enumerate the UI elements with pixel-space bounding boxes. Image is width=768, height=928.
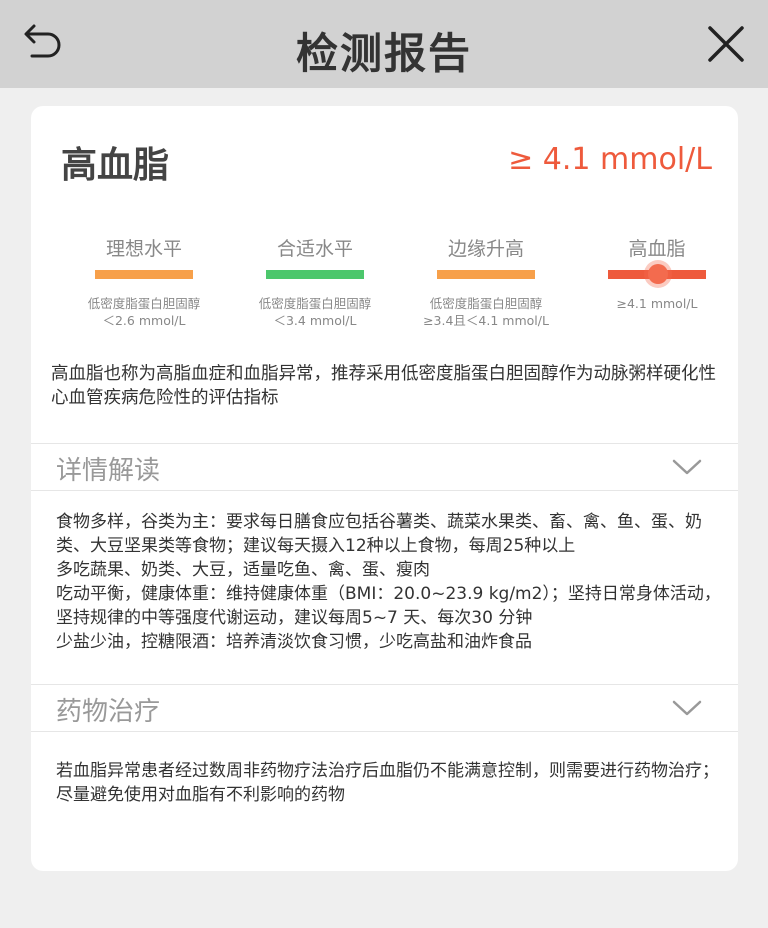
detail-paragraph: 少盐少油，控糖限酒：培养清淡饮食习惯，少吃高盐和油炸食品: [56, 632, 532, 652]
details-section-body: 食物多样，谷类为主：要求每日膳食应包括谷薯类、蔬菜水果类、畜、禽、鱼、蛋、奶类、…: [56, 510, 728, 654]
page-title: 检测报告: [295, 29, 472, 78]
top-bar: 检测报告: [0, 0, 768, 88]
level-ideal: 理想水平 低密度脂蛋白胆固醇 ＜2.6 mmol/L: [59, 236, 229, 329]
close-icon: [708, 26, 744, 62]
level-bar: [608, 264, 706, 284]
chevron-down-icon: [672, 700, 702, 716]
current-level-marker: [648, 264, 668, 284]
level-bar: [266, 270, 364, 279]
level-criteria-line: ＜3.4 mmol/L: [273, 313, 357, 328]
detail-paragraph: 食物多样，谷类为主：要求每日膳食应包括谷薯类、蔬菜水果类、畜、禽、鱼、蛋、奶类、…: [56, 512, 702, 556]
medication-section-title: 药物治疗: [56, 697, 161, 727]
medication-section-body: 若血脂异常患者经过数周非药物疗法治疗后血脂仍不能满意控制，则需要进行药物治疗；尽…: [56, 759, 728, 807]
level-criteria-line: 低密度脂蛋白胆固醇: [258, 296, 372, 311]
report-card: 高血脂 ≥ 4.1 mmol/L 理想水平 低密度脂蛋白胆固醇 ＜2.6 mmo…: [31, 106, 738, 871]
close-button[interactable]: [706, 22, 746, 66]
detail-paragraph: 多吃蔬果、奶类、大豆，适量吃鱼、禽、蛋、瘦肉: [56, 560, 430, 580]
condition-name: 高血脂: [61, 145, 170, 186]
level-criteria: 低密度脂蛋白胆固醇 ＜2.6 mmol/L: [59, 295, 229, 329]
level-label: 边缘升高: [447, 238, 524, 260]
medication-section-header[interactable]: 药物治疗: [31, 684, 738, 732]
level-label: 合适水平: [276, 238, 353, 260]
level-criteria: ≥4.1 mmol/L: [572, 295, 738, 312]
level-high: 高血脂 ≥4.1 mmol/L: [572, 236, 738, 312]
condition-value: ≥ 4.1 mmol/L: [508, 142, 712, 177]
details-section-header[interactable]: 详情解读: [31, 443, 738, 491]
details-section-title: 详情解读: [56, 456, 161, 486]
level-criteria-line: ＜2.6 mmol/L: [102, 313, 186, 328]
level-criteria: 低密度脂蛋白胆固醇 ＜3.4 mmol/L: [230, 295, 400, 329]
medication-paragraph: 若血脂异常患者经过数周非药物疗法治疗后血脂仍不能满意控制，则需要进行药物治疗；尽…: [56, 761, 719, 805]
level-criteria-line: 低密度脂蛋白胆固醇: [429, 296, 543, 311]
level-criteria-line: ≥3.4且＜4.1 mmol/L: [423, 313, 549, 328]
level-label: 理想水平: [105, 238, 182, 260]
level-criteria-line: 低密度脂蛋白胆固醇: [87, 296, 201, 311]
detail-paragraph: 吃动平衡，健康体重：维持健康体重（BMI：20.0~23.9 kg/m2）；坚持…: [56, 584, 721, 628]
condition-description: 高血脂也称为高脂血症和血脂异常，推荐采用低密度脂蛋白胆固醇作为动脉粥样硬化性心血…: [51, 364, 716, 408]
level-bar: [95, 270, 193, 279]
level-scale: 理想水平 低密度脂蛋白胆固醇 ＜2.6 mmol/L 合适水平 低密度脂蛋白胆固…: [51, 236, 731, 336]
level-bar: [437, 270, 535, 279]
level-label: 高血脂: [628, 238, 686, 260]
level-borderline: 边缘升高 低密度脂蛋白胆固醇 ≥3.4且＜4.1 mmol/L: [401, 236, 571, 329]
level-criteria-line: ≥4.1 mmol/L: [616, 296, 698, 311]
level-suitable: 合适水平 低密度脂蛋白胆固醇 ＜3.4 mmol/L: [230, 236, 400, 329]
chevron-down-icon: [672, 459, 702, 475]
level-criteria: 低密度脂蛋白胆固醇 ≥3.4且＜4.1 mmol/L: [401, 295, 571, 329]
